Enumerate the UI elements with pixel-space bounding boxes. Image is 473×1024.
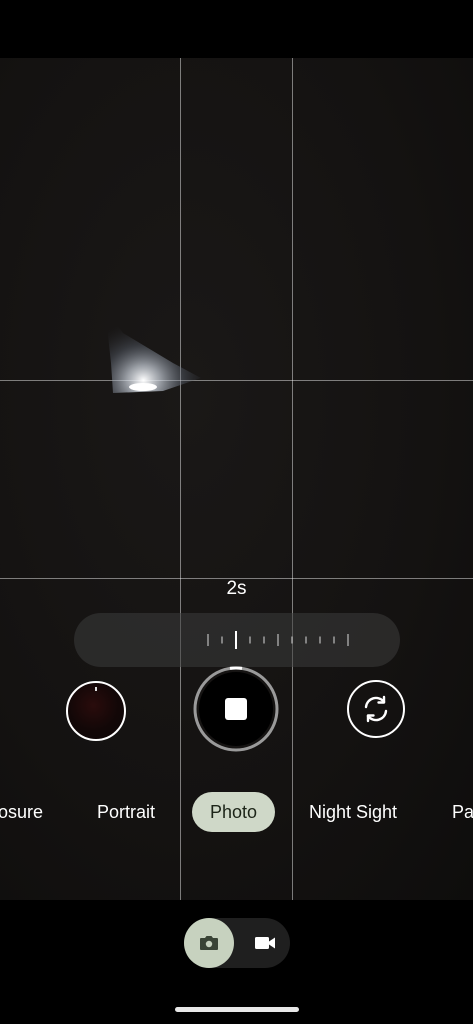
exposure-slider[interactable] xyxy=(74,613,400,667)
camera-screen: 2s osure Portrait Photo Night Sight Pa xyxy=(0,0,473,1024)
mode-night-sight[interactable]: Night Sight xyxy=(309,792,397,832)
video-icon xyxy=(255,937,275,949)
shutter-button[interactable] xyxy=(193,666,279,752)
mode-selector: osure Portrait Photo Night Sight Pa xyxy=(0,792,473,832)
photo-video-toggle xyxy=(184,918,290,968)
viewfinder[interactable]: 2s xyxy=(0,58,473,900)
home-indicator[interactable] xyxy=(175,1007,299,1012)
stop-icon xyxy=(225,698,247,720)
exposure-value: 2s xyxy=(226,578,247,599)
switch-camera-icon xyxy=(364,695,388,723)
mode-photo[interactable]: Photo xyxy=(192,792,276,832)
mode-portrait[interactable]: Portrait xyxy=(97,792,155,832)
camera-icon xyxy=(200,936,218,950)
grid-line xyxy=(180,58,181,900)
grid-line xyxy=(292,58,293,900)
mode-long-exposure[interactable]: osure xyxy=(0,792,43,832)
light-source xyxy=(105,308,201,393)
grid-line xyxy=(0,380,473,381)
gallery-thumbnail[interactable] xyxy=(66,681,126,741)
switch-camera-button[interactable] xyxy=(347,680,405,738)
mode-panorama[interactable]: Pa xyxy=(452,792,473,832)
thumbnail-detail xyxy=(95,687,97,691)
photo-mode-button[interactable] xyxy=(184,918,234,968)
video-mode-button[interactable] xyxy=(240,918,290,968)
